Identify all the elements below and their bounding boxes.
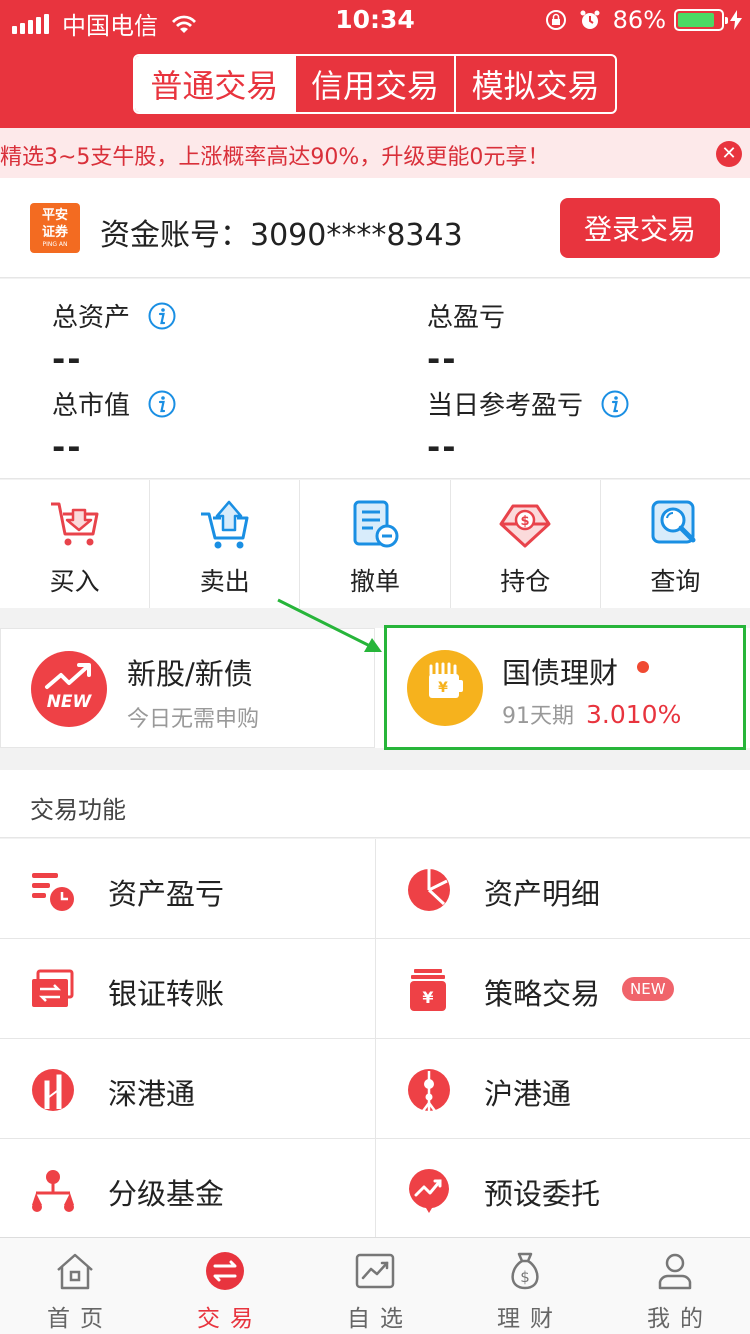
- annotation-arrow-icon: [277, 598, 382, 652]
- query-icon: [651, 500, 696, 544]
- trade-icon: [206, 1252, 244, 1290]
- shenzhen-hk-connect-item[interactable]: 深港通: [0, 1039, 375, 1139]
- tab-watchlist[interactable]: 自选: [300, 1238, 450, 1334]
- treasury-bond-card[interactable]: ¥ 国债理财 91天期 3.010%: [384, 625, 746, 750]
- bond-detail: 91天期 3.010%: [502, 700, 682, 729]
- promo-marquee[interactable]: 精选3~5支牛股，上涨概率高达90%，升级更能0元享！ ✕: [0, 128, 750, 178]
- bottom-tab-bar: 首页 交易 自选 $ 理财 我的: [0, 1237, 750, 1334]
- segment-simulated-trade[interactable]: 模拟交易: [456, 56, 615, 112]
- trade-functions-grid: 资产盈亏 资产明细 银证转账 ¥ 策略交易 NEW 深港通 沪港通 分级基金 预…: [0, 839, 750, 1239]
- ipo-subtitle: 今日无需申购: [127, 707, 260, 732]
- preset-order-item[interactable]: 预设委托: [375, 1139, 750, 1239]
- charging-bolt-icon: [730, 10, 742, 30]
- app-header: 中国电信 10:34 86% 普通交易 信用交易 模拟交易: [0, 0, 750, 128]
- asset-pnl-icon: [32, 873, 74, 911]
- pingan-securities-logo: 平安 证券 PING AN: [30, 203, 80, 253]
- account-bar: 平安 证券 PING AN 资金账号：3090****8343 登录交易: [0, 178, 750, 278]
- status-bar: 中国电信 10:34 86%: [0, 0, 750, 40]
- cancel-order-button[interactable]: 撤单: [300, 480, 451, 608]
- wealth-icon: $: [511, 1252, 539, 1290]
- close-icon[interactable]: ✕: [716, 141, 742, 167]
- trade-functions-header: 交易功能: [0, 770, 750, 838]
- bond-title: 国债理财: [502, 656, 619, 690]
- bond-rate: 3.010%: [586, 700, 682, 729]
- treasury-bond-icon: ¥: [407, 650, 483, 726]
- cancel-order-icon: [353, 500, 399, 548]
- tab-home[interactable]: 首页: [0, 1238, 150, 1334]
- shanghai-hk-connect-item[interactable]: 沪港通: [375, 1039, 750, 1139]
- marquee-text: 精选3~5支牛股，上涨概率高达90%，升级更能0元享！: [0, 145, 550, 170]
- buy-button[interactable]: 买入: [0, 480, 151, 608]
- strategy-trade-icon: ¥: [410, 969, 446, 1011]
- svg-text:NEW: NEW: [47, 692, 93, 712]
- graded-fund-item[interactable]: 分级基金: [0, 1139, 375, 1239]
- home-icon: [57, 1253, 93, 1290]
- sell-button[interactable]: 卖出: [150, 480, 301, 608]
- daily-reference-pnl: 当日参考盈亏 --: [427, 385, 629, 466]
- notification-dot: [637, 661, 649, 673]
- info-icon[interactable]: [148, 390, 176, 418]
- graded-fund-icon: [32, 1170, 74, 1212]
- new-badge: NEW: [622, 977, 674, 1001]
- profile-icon: [658, 1253, 692, 1290]
- shenzhen-hk-connect-icon: [32, 1069, 74, 1111]
- asset-detail-item[interactable]: 资产明细: [375, 839, 750, 939]
- preset-order-icon: [409, 1169, 449, 1213]
- total-pnl: 总盈亏 --: [427, 303, 506, 378]
- bank-transfer-icon: [32, 969, 74, 1007]
- tab-trade[interactable]: 交易: [150, 1238, 300, 1334]
- new-stock-icon: NEW: [31, 651, 107, 727]
- account-number: 资金账号：3090****8343: [100, 218, 463, 253]
- position-button[interactable]: $ 持仓: [451, 480, 601, 608]
- svg-text:¥: ¥: [422, 988, 433, 1007]
- strategy-trade-item[interactable]: ¥ 策略交易 NEW: [375, 939, 750, 1039]
- asset-pnl-item[interactable]: 资产盈亏: [0, 839, 375, 939]
- rotation-lock-icon: [545, 10, 566, 30]
- watchlist-icon: [355, 1253, 395, 1289]
- alarm-icon: [580, 10, 600, 29]
- total-assets: 总资产 --: [52, 297, 176, 378]
- battery-fill: [678, 13, 715, 27]
- segment-normal-trade[interactable]: 普通交易: [135, 56, 296, 112]
- ipo-title: 新股/新债: [127, 657, 253, 691]
- login-trade-button[interactable]: 登录交易: [560, 198, 720, 258]
- svg-text:¥: ¥: [438, 680, 448, 696]
- shanghai-hk-connect-icon: [408, 1069, 450, 1112]
- total-market-value: 总市值 --: [52, 385, 176, 466]
- buy-cart-icon: [50, 502, 99, 546]
- tab-wealth[interactable]: $ 理财: [450, 1238, 600, 1334]
- asset-detail-icon: [408, 869, 450, 911]
- position-icon: $: [499, 504, 551, 548]
- svg-text:$: $: [520, 1268, 530, 1286]
- asset-summary: 总资产 -- 总盈亏 -- 总市值 -- 当日参考盈亏 --: [0, 279, 750, 479]
- trade-mode-segmented-control: 普通交易 信用交易 模拟交易: [133, 54, 617, 114]
- query-button[interactable]: 查询: [601, 480, 750, 608]
- tab-profile[interactable]: 我的: [600, 1238, 750, 1334]
- info-icon[interactable]: [601, 390, 629, 418]
- sell-cart-icon: [200, 500, 249, 549]
- trade-action-row: 买入 卖出 撤单 $ 持仓 查询: [0, 480, 750, 608]
- battery-percent: 86%: [612, 6, 666, 34]
- info-icon[interactable]: [148, 302, 176, 330]
- svg-text:$: $: [521, 514, 530, 529]
- bank-transfer-item[interactable]: 银证转账: [0, 939, 375, 1039]
- battery-icon: [674, 9, 728, 31]
- segment-credit-trade[interactable]: 信用交易: [296, 56, 457, 112]
